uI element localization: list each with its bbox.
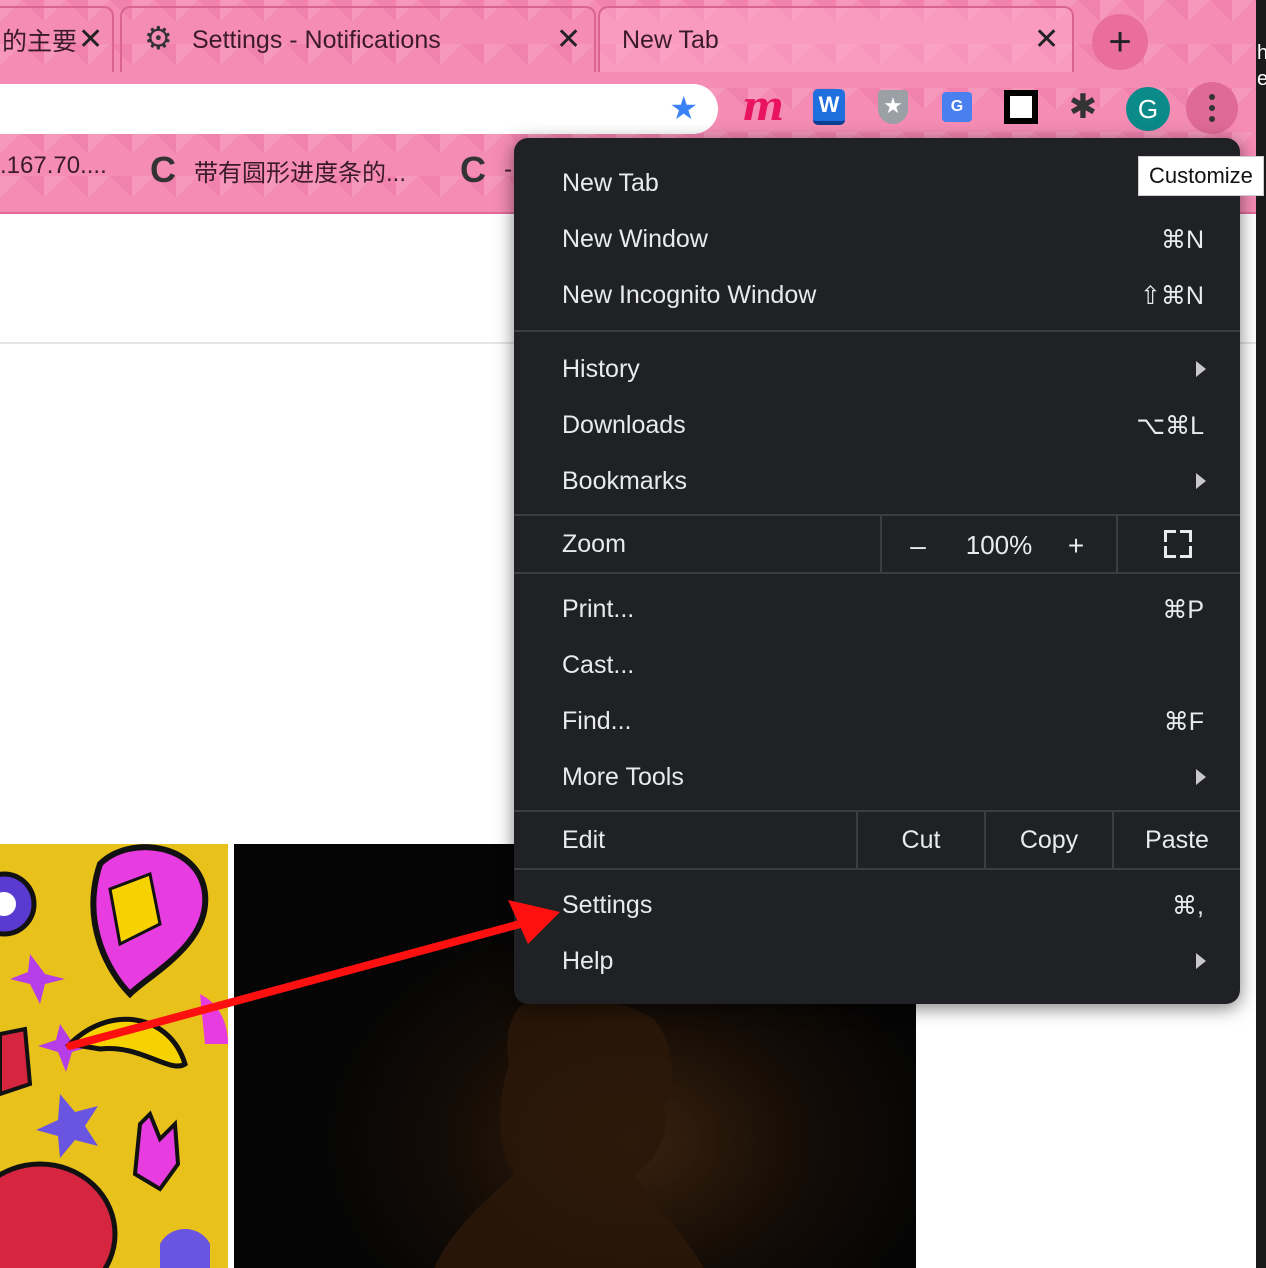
menu-item-label: Edit [562,826,606,854]
menu-item-label: History [562,355,640,383]
zoom-level: 100% [965,530,1033,560]
menu-item-settings[interactable]: Settings ⌘, [514,877,1240,933]
google-translate-icon[interactable]: G [938,88,976,126]
bookmark-title: 带有圆形进度条的... [194,159,407,187]
extension-m-icon[interactable]: m [742,87,784,127]
menu-item-help[interactable]: Help [514,933,1240,989]
menu-item-label: Help [562,947,614,975]
copy-button[interactable]: Copy [986,826,1112,855]
menu-item-shortcut: ⌘F [1163,708,1204,736]
tab-close-icon[interactable]: ✕ [556,22,581,57]
bookmark-item[interactable]: C 带有圆形进度条的... [150,152,406,188]
menu-item-label: More Tools [562,763,684,791]
sticker-art-image[interactable] [0,844,228,1268]
zoom-in-button[interactable]: + [1064,530,1088,562]
menu-item-shortcut: ⌘, [1172,892,1204,920]
menu-separator [514,572,1240,574]
bookmark-item[interactable]: C - [460,152,512,188]
tab-title: Settings - Notifications [192,25,441,54]
tab-close-icon[interactable]: ✕ [78,22,103,57]
extension-shield-icon[interactable]: ★ [874,88,912,126]
bookmark-item[interactable]: .167.70.... [0,152,107,180]
menu-item-label: Downloads [562,411,686,439]
menu-item-shortcut: ⌘N [1160,226,1204,254]
menu-item-label: New Incognito Window [562,281,817,309]
extensions-puzzle-icon[interactable]: ✱ [1064,88,1102,126]
menu-item-shortcut: ⌘P [1162,596,1204,624]
chrome-main-menu: New Tab New Window ⌘N New Incognito Wind… [514,138,1240,1004]
menu-item-history[interactable]: History [514,341,1240,397]
menu-item-find[interactable]: Find... ⌘F [514,693,1240,749]
extension-word-icon[interactable]: W [810,88,848,126]
menu-item-label: Cast... [562,651,635,679]
new-tab-button[interactable]: + [1092,14,1148,70]
menu-item-label: New Window [562,225,708,253]
tab-partial[interactable]: 的主要 ✕ [0,6,114,72]
zoom-out-button[interactable]: – [906,530,930,562]
menu-item-new-tab[interactable]: New Tab [514,155,1240,211]
menu-item-label: Print... [562,595,635,623]
cut-button[interactable]: Cut [858,826,984,855]
bookmark-title: .167.70.... [0,152,107,179]
menu-item-bookmarks[interactable]: Bookmarks [514,453,1240,509]
menu-item-new-window[interactable]: New Window ⌘N [514,211,1240,267]
menu-item-label: Bookmarks [562,467,688,495]
tab-new-tab[interactable]: New Tab ✕ [598,6,1074,72]
bookmark-star-icon[interactable]: ★ [669,92,698,124]
tab-close-icon[interactable]: ✕ [1034,22,1059,57]
tab-title: 的主要 [2,28,78,56]
paste-button[interactable]: Paste [1114,826,1240,855]
submenu-arrow-icon [1196,473,1206,489]
customize-tooltip: Customize [1138,156,1264,196]
zoom-divider [880,516,882,572]
sticker-art-graphic [0,844,228,1268]
profile-avatar[interactable]: G [1126,87,1170,131]
address-bar[interactable]: ★ [0,84,718,134]
menu-item-shortcut: ⇧⌘N [1139,282,1204,310]
submenu-arrow-icon [1196,769,1206,785]
tab-title: New Tab [622,25,719,54]
bookmark-favicon-icon: C [460,149,486,190]
bookmark-title: - [504,156,512,183]
menu-separator [514,868,1240,870]
submenu-arrow-icon [1196,361,1206,377]
gear-icon: ⚙ [144,20,173,56]
menu-item-shortcut: ⌥⌘L [1136,412,1204,440]
menu-item-label: Zoom [562,530,626,558]
submenu-arrow-icon [1196,953,1206,969]
menu-item-print[interactable]: Print... ⌘P [514,581,1240,637]
menu-item-zoom: Zoom [514,516,1240,572]
menu-item-new-incognito-window[interactable]: New Incognito Window ⇧⌘N [514,267,1240,323]
zoom-divider [1116,516,1118,572]
menu-item-label: New Tab [562,169,659,197]
extension-square-icon[interactable] [1002,88,1040,126]
menu-item-cast[interactable]: Cast... [514,637,1240,693]
tab-settings-notifications[interactable]: ⚙ Settings - Notifications ✕ [120,6,596,72]
menu-item-downloads[interactable]: Downloads ⌥⌘L [514,397,1240,453]
background-window-text: h e [1257,42,1266,90]
menu-item-more-tools[interactable]: More Tools [514,749,1240,805]
menu-item-label: Find... [562,707,632,735]
chrome-menu-button[interactable] [1186,82,1238,134]
bookmark-favicon-icon: C [150,149,176,190]
menu-separator [514,330,1240,332]
menu-item-label: Settings [562,891,653,919]
fullscreen-icon[interactable] [1164,530,1192,558]
